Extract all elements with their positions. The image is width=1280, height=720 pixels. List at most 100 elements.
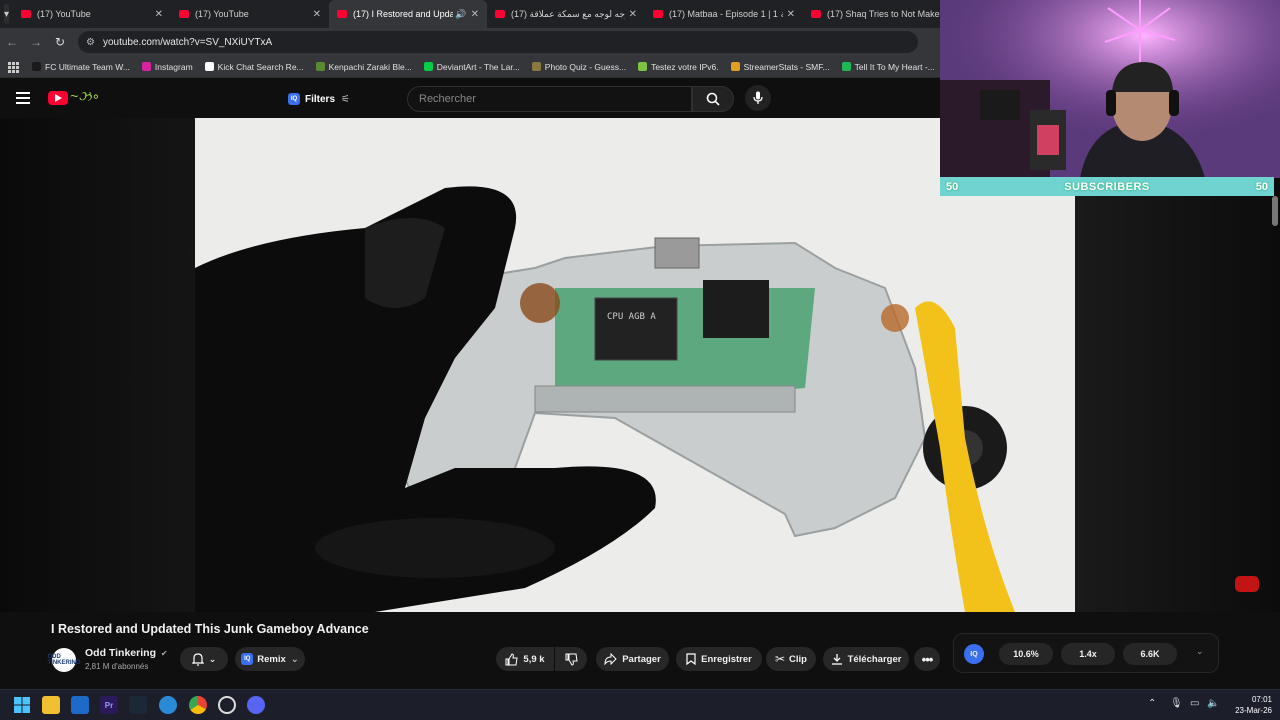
save-button[interactable]: Enregistrer [676, 647, 762, 671]
voice-search-button[interactable] [745, 85, 771, 111]
more-actions-button[interactable]: ••• [914, 647, 940, 671]
share-label: Partager [622, 653, 661, 665]
browser-tab[interactable]: (17) كنت وجه لوجه مع سمكة عملاقة ✕ [487, 0, 645, 28]
premiere-pro-icon[interactable]: Pr [100, 696, 118, 714]
microphone-tray-icon[interactable]: 🎙 [1170, 698, 1183, 709]
bookmark-item[interactable]: Instagram [141, 62, 193, 72]
thumbs-down-icon [565, 653, 578, 666]
subscriber-goal-bar: 50 SUBSCRIBERS 50 [940, 177, 1274, 196]
download-button[interactable]: Télécharger [823, 647, 909, 671]
chrome-icon[interactable] [189, 696, 207, 714]
dislike-button[interactable] [555, 647, 587, 671]
clock-time: 07:01 [1251, 695, 1272, 704]
share-button[interactable]: Partager [596, 647, 669, 671]
subscribe-watermark[interactable] [1235, 572, 1259, 592]
browser-tab[interactable]: (17) YouTube ✕ [13, 0, 171, 28]
bookmark-favicon-icon [841, 62, 851, 71]
youtube-favicon-icon [337, 10, 348, 18]
discord-icon[interactable] [247, 696, 265, 714]
webcam-overlay [940, 0, 1280, 178]
tab-title: (17) كنت وجه لوجه مع سمكة عملاقة [511, 8, 625, 19]
back-icon[interactable]: ← [0, 35, 24, 49]
thumbs-up-icon [505, 652, 518, 665]
browser-tab-strip: ▾ (17) YouTube ✕ (17) YouTube ✕ (17) I Resto… [0, 0, 940, 28]
tab-title: (17) YouTube [195, 9, 249, 19]
tab-title: (17) Shaq Tries to Not Make [827, 9, 940, 19]
bookmark-item[interactable]: DeviantArt - The Lar... [423, 62, 520, 72]
bookmark-favicon-icon [423, 62, 433, 71]
system-clock[interactable]: 07:01 23-Mar-26 [1235, 694, 1272, 716]
bookmark-favicon-icon [315, 62, 325, 71]
bookmark-item[interactable]: Tell It To My Heart -... [841, 62, 935, 72]
search-button[interactable] [692, 86, 734, 112]
bookmark-item[interactable]: Photo Quiz - Guess... [531, 62, 626, 72]
file-explorer-icon[interactable] [42, 696, 60, 714]
browser-tab[interactable]: (17) Shaq Tries to Not Make [803, 0, 961, 28]
iq-remix-icon: IQ [241, 653, 254, 665]
notification-bell-button[interactable]: ⌄ [180, 647, 228, 671]
verified-icon: ✔ [160, 649, 168, 658]
reload-icon[interactable]: ↻ [48, 35, 72, 49]
iq-stat-engagement: 10.6% [999, 643, 1053, 665]
youtube-favicon-icon [179, 10, 190, 18]
windows-start-icon[interactable] [13, 696, 31, 714]
search-input[interactable]: Rechercher [407, 86, 692, 112]
browser-tab[interactable]: (17) Matbaa - Episode 1 | 1 الحلقة ✕ [645, 0, 803, 28]
clip-button[interactable]: ✂ Clip [766, 647, 816, 671]
like-button[interactable]: 5,9 k [496, 647, 554, 671]
bookmark-icon [686, 653, 696, 665]
video-title: I Restored and Updated This Junk Gameboy… [51, 622, 369, 636]
remix-button[interactable]: IQ Remix ⌄ [235, 647, 305, 671]
chevron-up-icon[interactable]: ⌃ [1148, 698, 1156, 709]
close-tab-icon[interactable]: ✕ [787, 9, 795, 20]
apps-grid-icon[interactable] [8, 61, 19, 73]
iq-extension-icon: IQ [288, 93, 300, 105]
iq-stat-views: 6.6K [1123, 643, 1177, 665]
close-tab-icon[interactable]: ✕ [629, 9, 637, 20]
bookmark-item[interactable]: Testez votre IPv6. [638, 62, 719, 72]
tab-search-button[interactable]: ▾ [4, 4, 10, 24]
channel-name[interactable]: Odd Tinkering ✔ [85, 647, 168, 659]
iq-logo[interactable]: IQ [964, 644, 984, 664]
clock-date: 23-Mar-26 [1235, 706, 1272, 715]
channel-subscriber-count: 2,81 M d'abonnés [85, 662, 149, 671]
bookmark-item[interactable]: StreamerStats - SMF... [730, 62, 830, 72]
filters-button[interactable]: IQ Filters ⚟ [288, 88, 350, 110]
channel-avatar[interactable]: ODD TINKERING [48, 648, 81, 672]
bookmark-item[interactable]: Kick Chat Search Re... [204, 62, 304, 72]
bookmark-item[interactable]: FC Ultimate Team W... [32, 62, 130, 72]
tabs-container: (17) YouTube ✕ (17) YouTube ✕ (17) I Restore… [13, 0, 961, 28]
page-scrollbar-thumb[interactable] [1272, 196, 1278, 226]
menu-icon[interactable] [16, 92, 30, 104]
bookmark-item[interactable]: Kenpachi Zaraki Ble... [315, 62, 412, 72]
chevron-down-icon[interactable]: ⌄ [1196, 646, 1204, 657]
speaker-icon[interactable]: 🔊 [455, 9, 466, 20]
steam-icon[interactable] [129, 696, 147, 714]
forward-icon[interactable]: → [24, 35, 48, 49]
close-tab-icon[interactable]: ✕ [471, 9, 479, 20]
browser-tab[interactable]: (17) I Restored and Update 🔊 ✕ [329, 0, 488, 28]
youtube-logo[interactable] [48, 91, 68, 105]
site-settings-icon[interactable]: ⚙ [86, 37, 95, 48]
network-icon[interactable]: ▭ [1190, 698, 1199, 709]
bookmark-favicon-icon [531, 62, 541, 71]
sliders-icon: ⚟ [341, 93, 350, 105]
webcam-image [940, 0, 1280, 178]
close-tab-icon[interactable]: ✕ [313, 9, 321, 20]
cpu-chip-label: CPU AGB A [607, 312, 656, 322]
youtube-doodle-logo[interactable]: ~ઝ∘ [70, 88, 100, 105]
bookmark-label: FC Ultimate Team W... [45, 61, 130, 72]
bookmarks-bar: FC Ultimate Team W... Instagram Kick Chat … [0, 56, 982, 78]
browser-tab[interactable]: (17) YouTube ✕ [171, 0, 329, 28]
clip-label: Clip [789, 653, 807, 665]
url-field[interactable]: ⚙ youtube.com/watch?v=SV_NXiUYTxA [78, 31, 918, 53]
obs-icon[interactable] [218, 696, 236, 714]
bookmarks-list: FC Ultimate Team W... Instagram Kick Chat … [32, 62, 994, 72]
close-tab-icon[interactable]: ✕ [155, 9, 163, 20]
url-text: youtube.com/watch?v=SV_NXiUYTxA [102, 36, 273, 48]
battle-net-icon[interactable] [159, 696, 177, 714]
volume-icon[interactable]: 🔈 [1207, 698, 1219, 709]
bookmark-favicon-icon [141, 62, 151, 71]
bookmark-favicon-icon [730, 62, 740, 71]
outlook-icon[interactable] [71, 696, 89, 714]
